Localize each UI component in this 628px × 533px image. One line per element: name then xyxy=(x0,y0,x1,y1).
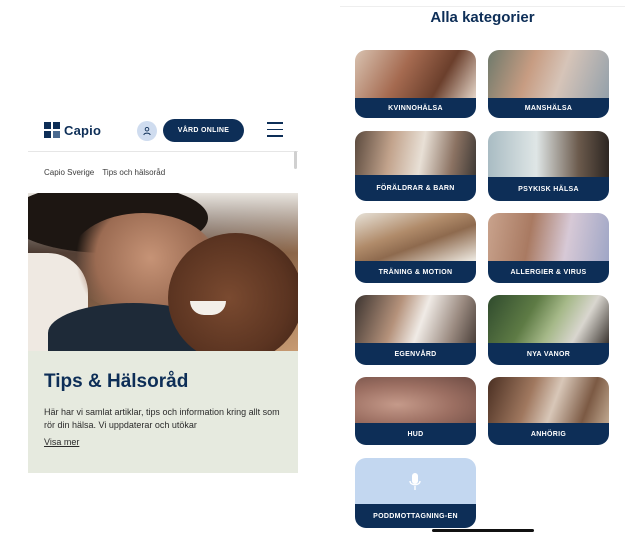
category-card-traning-motion[interactable]: TRÄNING & MOTION xyxy=(355,213,476,283)
category-label: PODDMOTTAGNING-EN xyxy=(355,504,476,528)
category-label: EGENVÅRD xyxy=(355,343,476,365)
category-label: FÖRÄLDRAR & BARN xyxy=(355,175,476,201)
mobile-screen-left: Capio VÅRD ONLINE Capio Sverige Tips och… xyxy=(28,113,298,473)
top-divider xyxy=(340,6,625,7)
breadcrumb-item-tips[interactable]: Tips och hälsoråd xyxy=(102,168,165,177)
category-label: PSYKISK HÄLSA xyxy=(488,177,609,201)
category-card-manshalsa[interactable]: MANSHÄLSA xyxy=(488,50,609,118)
hero-image xyxy=(28,193,298,351)
visa-mer-link[interactable]: Visa mer xyxy=(44,437,79,447)
breadcrumb-item-capio-sverige[interactable]: Capio Sverige xyxy=(44,168,94,177)
category-label: TRÄNING & MOTION xyxy=(355,261,476,283)
intro-section: Tips & Hälsoråd Här har vi samlat artikl… xyxy=(28,351,298,473)
category-card-egenvard[interactable]: EGENVÅRD xyxy=(355,295,476,365)
microphone-icon xyxy=(409,473,421,490)
page-description: Här har vi samlat artiklar, tips och inf… xyxy=(44,407,280,430)
category-label: ANHÖRIG xyxy=(488,423,609,445)
capio-logo[interactable]: Capio xyxy=(44,122,101,138)
hamburger-menu-icon[interactable] xyxy=(267,122,283,138)
category-card-anhorig[interactable]: ANHÖRIG xyxy=(488,377,609,445)
category-card-nya-vanor[interactable]: NYA VANOR xyxy=(488,295,609,365)
category-label: HUD xyxy=(355,423,476,445)
breadcrumb: Capio Sverige Tips och hälsoråd xyxy=(44,168,171,177)
site-header: Capio VÅRD ONLINE xyxy=(28,113,298,147)
page-title: Tips & Hälsoråd xyxy=(44,371,189,392)
category-label: NYA VANOR xyxy=(488,343,609,365)
category-card-poddmottagningen[interactable]: PODDMOTTAGNING-EN xyxy=(355,458,476,528)
category-card-allergier-virus[interactable]: ALLERGIER & VIRUS xyxy=(488,213,609,283)
category-label: ALLERGIER & VIRUS xyxy=(488,261,609,283)
logo-text: Capio xyxy=(64,122,102,138)
categories-title: Alla kategorier xyxy=(430,9,535,26)
category-label: KVINNOHÄLSA xyxy=(355,98,476,118)
scrollbar[interactable] xyxy=(294,151,297,169)
category-card-kvinnohalsa[interactable]: KVINNOHÄLSA xyxy=(355,50,476,118)
category-card-hud[interactable]: HUD xyxy=(355,377,476,445)
capio-logo-icon xyxy=(44,122,60,138)
user-icon[interactable] xyxy=(137,121,157,141)
category-label: MANSHÄLSA xyxy=(488,98,609,118)
category-card-psykisk-halsa[interactable]: PSYKISK HÄLSA xyxy=(488,131,609,201)
category-card-foraldrar-barn[interactable]: FÖRÄLDRAR & BARN xyxy=(355,131,476,201)
vard-online-button[interactable]: VÅRD ONLINE xyxy=(163,119,244,142)
person-icon xyxy=(143,126,151,136)
home-indicator xyxy=(432,529,534,532)
header-divider xyxy=(28,151,298,152)
